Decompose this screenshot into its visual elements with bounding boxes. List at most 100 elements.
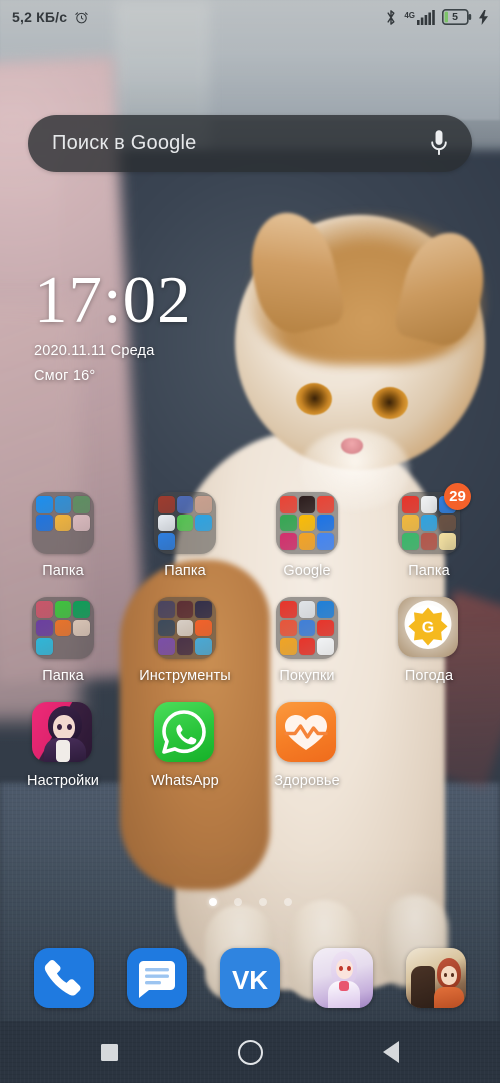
folder-papka-1-label: Папка [42,563,84,579]
mini-app-icon [280,496,297,513]
mini-app-icon [439,533,456,550]
mini-app-icon [176,496,194,513]
app-pogoda-icon-wrap[interactable]: G [398,597,460,659]
mini-app-icon [36,601,53,618]
app-pogoda[interactable]: G Погода [370,597,488,684]
folder-instrumenty-icon-wrap[interactable] [154,597,216,659]
svg-text:VK: VK [232,965,268,995]
folder-instrumenty[interactable]: Инструменты [126,597,244,684]
alarm-clock-icon [75,11,88,23]
search-input[interactable]: Поиск в Google [52,132,196,155]
folder-papka-2-icon-wrap[interactable] [154,492,216,554]
folder-papka-4-label: Папка [42,668,84,684]
svg-text:G: G [422,620,434,637]
mini-app-icon [54,601,72,618]
page-dot-4[interactable] [283,898,292,906]
mini-app-icon [158,619,175,637]
microphone-icon[interactable] [428,129,450,159]
home-circle-icon[interactable] [238,1039,263,1065]
folder-papka-4-thumbnail[interactable] [32,597,94,659]
mini-app-icon [176,601,194,618]
app-grid: Папка Папка Google 29 Папка Папка Инструменты П… [0,483,500,789]
anime-character-icon[interactable] [32,702,92,762]
mini-app-icon [280,638,297,655]
page-dot-2[interactable] [233,898,242,906]
mini-app-icon [36,533,53,550]
mini-app-icon [158,601,175,618]
weather-sun-icon[interactable]: G [398,597,458,657]
app-row-2: Папка Инструменты Покупки G Погода [0,597,500,684]
folder-google[interactable]: Google [248,492,366,579]
mini-app-icon [195,533,212,550]
dock-messages[interactable] [127,947,188,1008]
app-row-3: Настройки WhatsApp Здоровье [0,702,500,789]
folder-pokupki-label: Покупки [279,668,335,684]
mini-app-icon [73,619,90,637]
app-whatsapp-icon-wrap[interactable] [154,702,216,764]
mini-app-icon [298,533,316,550]
clock-time[interactable]: 17:02 [34,267,192,334]
google-search-bar[interactable]: Поиск в Google [28,115,472,172]
mini-app-icon [176,514,194,532]
mini-app-icon [54,496,72,513]
folder-pokupki[interactable]: Покупки [248,597,366,684]
dock: VK [0,935,500,1020]
mini-app-icon [439,514,456,532]
status-bar: 5,2 КБ/с 4G 5 [0,0,500,34]
mini-app-icon [317,601,334,618]
app-row-1: Папка Папка Google 29 Папка [0,483,500,579]
recents-square-icon[interactable] [101,1043,118,1061]
clock-widget[interactable]: 17:02 2020.11.11 Среда Смог 16° [34,267,192,384]
folder-instrumenty-thumbnail[interactable] [154,597,216,659]
folder-google-thumbnail[interactable] [276,492,338,554]
clock-weather[interactable]: Смог 16° [34,368,192,384]
mini-app-icon [298,619,316,637]
folder-google-icon-wrap[interactable] [276,492,338,554]
health-heart-icon[interactable] [276,702,336,762]
back-triangle-icon[interactable] [383,1041,399,1063]
page-indicator[interactable] [0,898,500,906]
network-type-label: 4G [404,10,415,20]
app-nastroyki-icon-wrap[interactable] [32,702,94,764]
mini-app-icon [36,514,53,532]
app-nastroyki[interactable]: Настройки [4,702,122,789]
page-dot-3[interactable] [258,898,267,906]
mini-app-icon [73,514,90,532]
dock-vk[interactable]: VK [219,947,280,1008]
status-bar-right: 4G 5 [385,9,488,26]
folder-papka-3[interactable]: 29 Папка [370,483,488,579]
app-zdorovye-icon-wrap[interactable] [276,702,338,764]
whatsapp-icon[interactable] [154,702,214,762]
mini-app-icon [158,514,175,532]
folder-papka-4-icon-wrap[interactable] [32,597,94,659]
mini-app-icon [177,533,194,550]
folder-papka-3-icon-wrap[interactable]: 29 [398,483,471,554]
page-dot-1[interactable] [208,898,217,906]
mini-app-icon [55,533,72,550]
mini-app-icon [195,496,212,513]
folder-pokupki-thumbnail[interactable] [276,597,338,659]
folder-papka-2[interactable]: Папка [126,492,244,579]
folder-pokupki-icon-wrap[interactable] [276,597,338,659]
clock-date[interactable]: 2020.11.11 Среда [34,343,192,359]
app-whatsapp[interactable]: WhatsApp [126,702,244,789]
mini-app-icon [298,496,316,513]
folder-papka-1-thumbnail[interactable] [32,492,94,554]
dock-game-1[interactable] [312,947,373,1008]
mini-app-icon [54,514,72,532]
signal-group: 4G [404,9,435,25]
signal-bars-icon [417,9,435,25]
folder-papka-4[interactable]: Папка [4,597,122,684]
mini-app-icon [317,496,334,513]
folder-papka-1[interactable]: Папка [4,492,122,579]
dock-game-2[interactable] [405,947,466,1008]
mini-app-icon [280,619,297,637]
mini-app-icon [54,619,72,637]
dock-phone[interactable] [34,947,95,1008]
folder-papka-2-label: Папка [164,563,206,579]
mini-app-icon [420,533,438,550]
app-zdorovye[interactable]: Здоровье [248,702,366,789]
folder-papka-1-icon-wrap[interactable] [32,492,94,554]
folder-papka-2-thumbnail[interactable] [154,492,216,554]
mini-app-icon [280,601,297,618]
